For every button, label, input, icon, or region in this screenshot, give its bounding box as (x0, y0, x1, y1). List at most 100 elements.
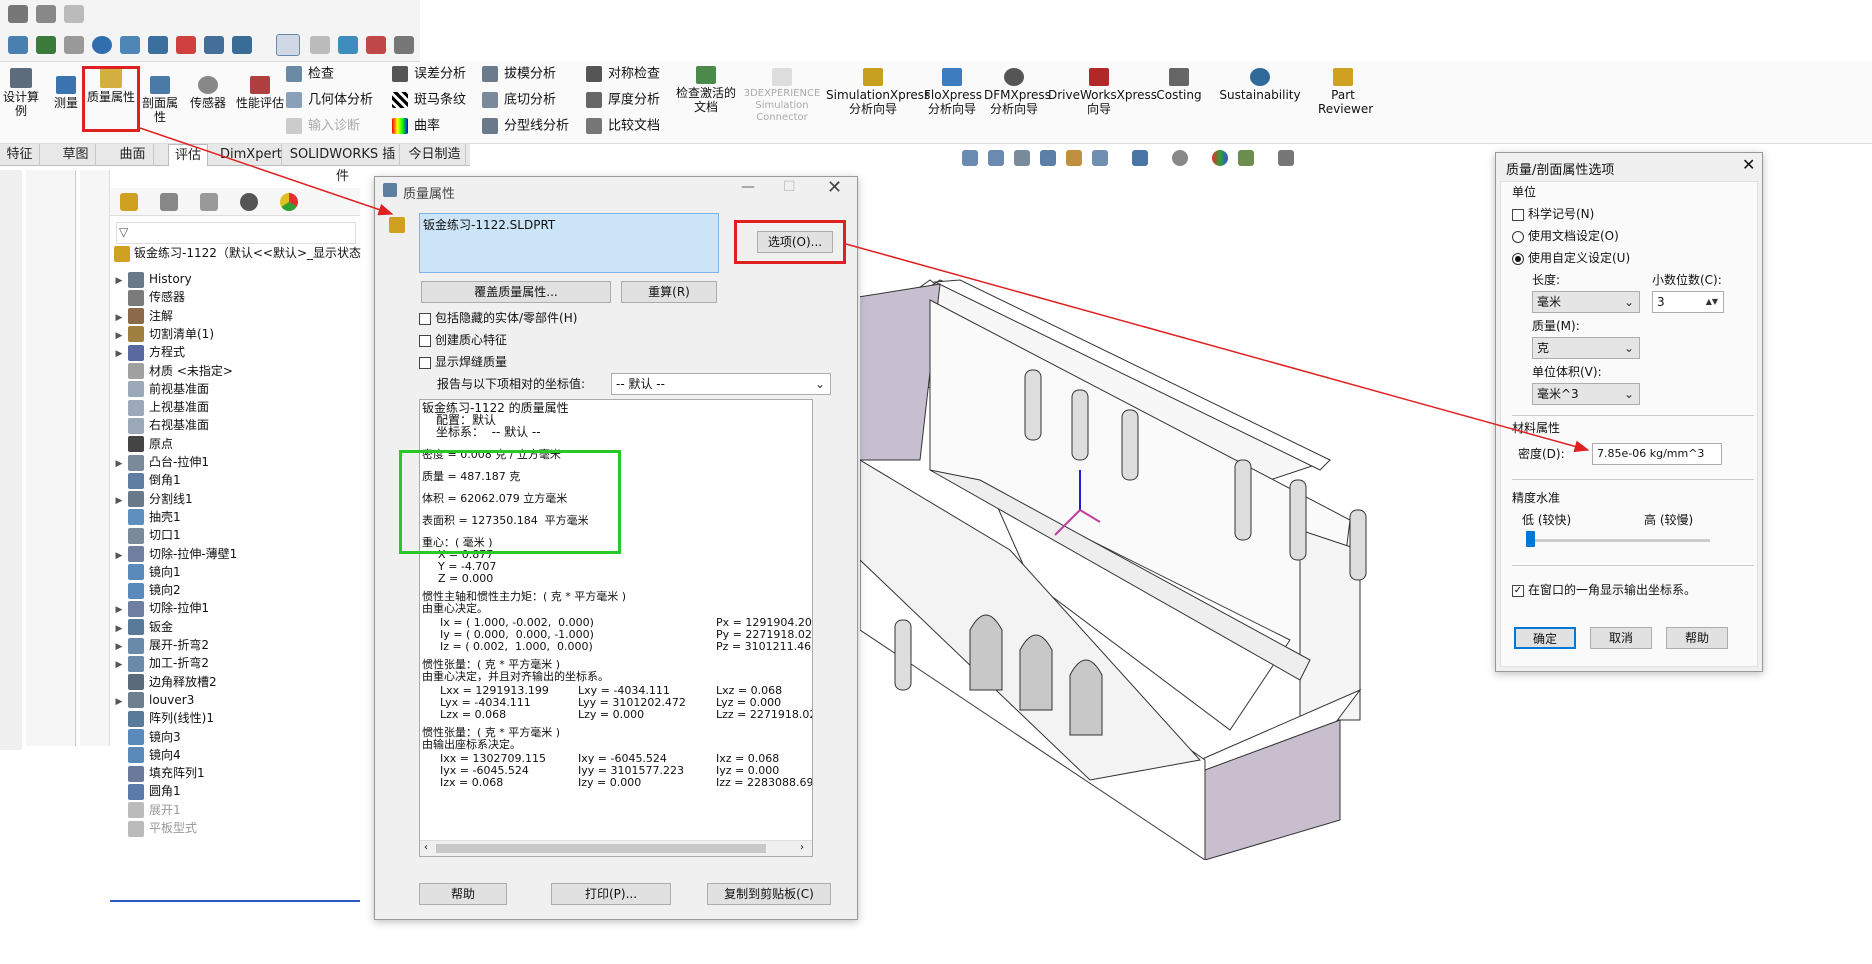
tab-surface[interactable]: 曲面 (112, 144, 154, 166)
tool-icon[interactable] (394, 36, 414, 54)
tool-icon[interactable] (36, 36, 56, 54)
curvature-button[interactable]: 曲率 (392, 118, 440, 135)
camera-icon[interactable] (8, 5, 28, 23)
sensor-button[interactable]: 传感器 (186, 76, 230, 110)
parting-line-button[interactable]: 分型线分析 (482, 118, 569, 135)
ok-button[interactable]: 确定 (1514, 627, 1576, 649)
use-document-settings-radio[interactable]: 使用文档设定(O) (1512, 227, 1619, 244)
undercut-analysis-button[interactable]: 底切分析 (482, 92, 556, 109)
property-manager-icon[interactable] (160, 193, 178, 211)
display-manager-icon[interactable] (280, 193, 298, 211)
accuracy-slider-thumb[interactable] (1526, 531, 1535, 547)
monitor-icon[interactable] (1278, 150, 1294, 166)
section-properties-button[interactable]: 剖面属性 (138, 76, 182, 124)
tab-sketch[interactable]: 草图 (56, 144, 96, 166)
tool-icon[interactable] (232, 36, 252, 54)
copy-clipboard-button[interactable]: 复制到剪贴板(C) (707, 883, 831, 905)
close-icon[interactable]: ✕ (827, 177, 842, 198)
help-button[interactable]: 帮助 (1666, 627, 1728, 649)
display-style-icon[interactable] (1132, 150, 1148, 166)
accuracy-slider-track[interactable] (1530, 539, 1710, 542)
tool-icon[interactable] (204, 36, 224, 54)
tab-mbd[interactable]: 今日制造 (404, 144, 466, 166)
symmetry-check-button[interactable]: 对称检查 (586, 66, 660, 83)
cancel-button[interactable]: 取消 (1590, 627, 1652, 649)
zoom-area-icon[interactable] (988, 150, 1004, 166)
scientific-notation-checkbox[interactable]: 科学记号(N) (1512, 205, 1594, 222)
use-custom-settings-radio[interactable]: 使用自定义设定(U) (1512, 249, 1630, 266)
show-weld-checkbox[interactable]: 显示焊缝质量 (419, 353, 507, 370)
scroll-thumb[interactable] (436, 844, 766, 853)
zebra-stripes-button[interactable]: 斑马条纹 (392, 92, 466, 109)
tool-icon[interactable] (148, 36, 168, 54)
geometry-analysis-button[interactable]: 几何体分析 (286, 92, 373, 109)
tool-icon[interactable] (310, 36, 330, 54)
create-com-checkbox[interactable]: 创建质心特征 (419, 331, 507, 348)
section-view-icon[interactable] (1040, 150, 1056, 166)
check-button[interactable]: 检查 (286, 66, 334, 83)
deviation-analysis-button[interactable]: 误差分析 (392, 66, 466, 83)
minimize-icon[interactable]: — (741, 179, 755, 195)
tool-icon[interactable] (64, 36, 84, 54)
scroll-right-icon[interactable]: › (800, 841, 804, 854)
spin-arrows-icon[interactable]: ▲▼ (1706, 292, 1718, 312)
tab-evaluate[interactable]: 评估 (168, 144, 208, 166)
maximize-icon[interactable]: ☐ (783, 179, 796, 195)
model-viewport[interactable] (860, 260, 1500, 860)
driveworks-button[interactable]: DriveWorksXpress 向导 (1048, 68, 1157, 116)
zoom-fit-icon[interactable] (962, 150, 978, 166)
measure-button[interactable]: 测量 (48, 76, 84, 110)
dimxpert-manager-icon[interactable] (240, 193, 258, 211)
check-active-doc-button[interactable]: 检查激活的文档 (676, 66, 736, 114)
tool-icon[interactable] (338, 36, 358, 54)
snapshot-icon[interactable] (36, 5, 56, 23)
help-button[interactable]: 帮助 (419, 883, 507, 905)
override-mass-button[interactable]: 覆盖质量属性... (421, 281, 611, 303)
coordinate-system-select[interactable]: -- 默认 -- ⌄ (611, 373, 831, 395)
horizontal-scrollbar[interactable]: ‹ › (420, 840, 812, 856)
costing-button[interactable]: Costing (1154, 68, 1204, 102)
sustainability-button[interactable]: Sustainability (1218, 68, 1302, 102)
tree-root[interactable]: 钣金练习-1122（默认<<默认>_显示状态 (110, 242, 361, 264)
tool-icon[interactable] (176, 36, 196, 54)
simulation-connector-button[interactable]: 3DEXPERIENCE Simulation Connector (742, 68, 822, 124)
measure-grid-icon[interactable] (276, 34, 300, 56)
tree-filter[interactable]: ▽ (116, 222, 356, 244)
recalculate-button[interactable]: 重算(R) (621, 281, 717, 303)
print-button[interactable]: 打印(P)... (551, 883, 671, 905)
tab-dimxpert[interactable]: DimXpert (220, 144, 282, 166)
rollback-bar[interactable] (110, 900, 360, 902)
tree-item[interactable]: 平板型式 (110, 817, 360, 839)
previous-view-icon[interactable] (1014, 150, 1030, 166)
part-reviewer-button[interactable]: Part Reviewer (1318, 68, 1373, 116)
view-orientation-icon[interactable] (1092, 150, 1108, 166)
tool-icon[interactable] (366, 36, 386, 54)
scroll-left-icon[interactable]: ‹ (424, 841, 428, 854)
show-output-coord-checkbox[interactable]: ✓ 在窗口的一角显示输出坐标系。 (1512, 583, 1712, 597)
import-diagnostics-button[interactable]: 输入诊断 (286, 118, 360, 135)
volume-unit-select[interactable]: 毫米^3 ⌄ (1532, 383, 1640, 405)
floxpress-button[interactable]: FloXpress 分析向导 (924, 68, 982, 116)
tool-icon[interactable] (120, 36, 140, 54)
thickness-analysis-button[interactable]: 厚度分析 (586, 92, 660, 109)
simulationxpress-button[interactable]: SimulationXpress 分析向导 (826, 68, 930, 116)
appearance-icon[interactable] (1212, 150, 1228, 166)
mass-unit-select[interactable]: 克 ⌄ (1532, 337, 1640, 359)
scene-icon[interactable] (1238, 150, 1254, 166)
dfmxpress-button[interactable]: DFMXpress 分析向导 (984, 68, 1051, 116)
record-icon[interactable] (64, 5, 84, 23)
include-hidden-checkbox[interactable]: 包括隐藏的实体/零部件(H) (419, 309, 577, 326)
tab-features[interactable]: 特征 (0, 144, 40, 166)
feature-manager-icon[interactable] (120, 193, 138, 211)
performance-eval-button[interactable]: 性能评估 (236, 76, 284, 110)
draft-analysis-button[interactable]: 拔模分析 (482, 66, 556, 83)
globe-icon[interactable] (92, 36, 112, 54)
selected-items-list[interactable]: 钣金练习-1122.SLDPRT (419, 213, 719, 273)
length-unit-select[interactable]: 毫米 ⌄ (1532, 291, 1640, 313)
configuration-manager-icon[interactable] (200, 193, 218, 211)
hide-show-icon[interactable] (1172, 150, 1188, 166)
close-icon[interactable]: ✕ (1742, 155, 1755, 174)
tool-icon[interactable] (8, 36, 28, 54)
design-study-button[interactable]: 设计算例 (0, 68, 42, 118)
dynamic-annotation-icon[interactable] (1066, 150, 1082, 166)
